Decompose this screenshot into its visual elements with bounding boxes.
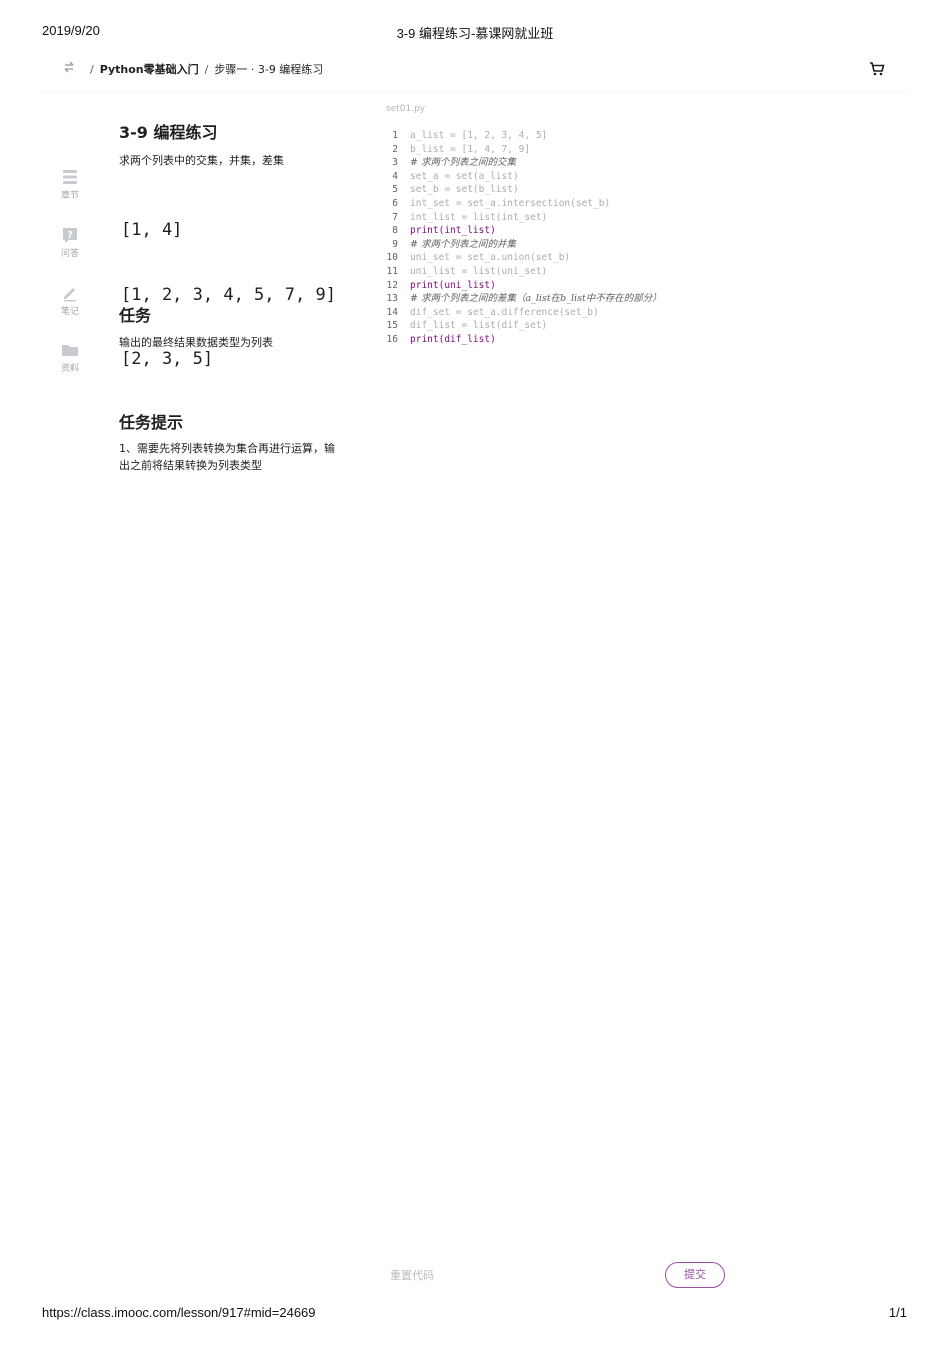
code-line: 1 a_list = [1, 2, 3, 4, 5]: [380, 129, 740, 143]
code-line: 12 print(uni_list): [380, 279, 740, 293]
breadcrumb-separator: /: [90, 63, 94, 76]
code-text: # 求两个列表之间的交集: [410, 157, 516, 169]
exercise-title: 3-9 编程练习: [119, 123, 218, 142]
code-text: uni_list = list(uni_set): [410, 265, 548, 277]
line-number: 7: [392, 211, 398, 223]
rail-label: 资料: [60, 364, 79, 374]
code-text: # 求两个列表之间的差集（a_list在b_list中不存在的部分）: [410, 293, 662, 305]
code-text: dif_set = set_a.difference(set_b): [410, 306, 599, 318]
line-number: 1: [392, 130, 398, 141]
line-number: 16: [386, 333, 398, 345]
swap-arrows-icon: [64, 61, 74, 73]
code-line: 14 dif_set = set_a.difference(set_b): [380, 306, 740, 320]
line-number: 14: [386, 306, 398, 318]
rail-item-notes[interactable]: 笔记: [50, 284, 90, 317]
code-line: 4 set_a = set(a_list): [380, 170, 740, 184]
code-line: 11 uni_list = list(uni_set): [380, 265, 740, 279]
breadcrumb: / Python零基础入门 / 步骤一 · 3-9 编程练习: [84, 61, 323, 77]
svg-text:?: ?: [67, 230, 73, 241]
code-line: 3 # 求两个列表之间的交集: [380, 156, 740, 170]
breadcrumb-separator: /: [204, 63, 209, 76]
list-icon: [63, 170, 77, 184]
rail-item-chapters[interactable]: 章节: [50, 168, 90, 201]
code-text: a_list = [1, 2, 3, 4, 5]: [410, 130, 548, 141]
code-text: print(dif_list): [410, 333, 496, 345]
print-title: 3-9 编程练习-慕课网就业班: [396, 26, 554, 41]
hint-heading: 任务提示: [119, 413, 184, 432]
submit-button[interactable]: 提交: [665, 1262, 725, 1288]
code-text: b_list = [1, 4, 7, 9]: [410, 143, 531, 155]
rail-item-materials[interactable]: 资料: [50, 341, 90, 374]
rail-label: 章节: [60, 191, 79, 201]
code-text: set_a = set(a_list): [410, 170, 519, 182]
code-text: set_b = set(b_list): [410, 184, 519, 196]
back-icon[interactable]: [62, 61, 76, 75]
output-line: [2, 3, 5]: [121, 349, 214, 369]
code-line: 5 set_b = set(b_list): [380, 183, 740, 197]
breadcrumb-course-link[interactable]: Python零基础入门: [100, 63, 199, 76]
line-number: 4: [392, 170, 398, 182]
code-text: int_list = list(int_set): [410, 211, 548, 223]
hint-text: 1、需要先将列表转换为集合再进行运算，输出之前将结果转换为列表类型: [119, 442, 335, 472]
code-line: 15 dif_list = list(dif_set): [380, 319, 740, 333]
code-editor[interactable]: 1 a_list = [1, 2, 3, 4, 5] 2 b_list = [1, 4…: [380, 129, 740, 347]
code-line: 16 print(dif_list): [380, 333, 740, 347]
code-text: # 求两个列表之间的并集: [410, 238, 516, 250]
task-text: 输出的最终结果数据类型为列表: [119, 336, 273, 349]
line-number: 15: [386, 320, 398, 332]
line-number: 6: [392, 197, 398, 209]
line-number: 13: [386, 293, 398, 305]
code-text: print(int_list): [410, 225, 496, 237]
editor-file-tab[interactable]: set01.py: [386, 104, 425, 114]
shopping-cart-icon: [870, 62, 885, 76]
code-line: 10 uni_set = set_a.union(set_b): [380, 251, 740, 265]
folder-icon: [62, 345, 78, 356]
code-line: 9 # 求两个列表之间的并集: [380, 238, 740, 252]
print-url: https://class.imooc.com/lesson/917#mid=2…: [42, 1305, 316, 1320]
output-line: [1, 2, 3, 4, 5, 7, 9]: [121, 284, 336, 305]
code-text: print(uni_list): [410, 279, 496, 291]
line-number: 8: [392, 225, 398, 237]
code-text: uni_set = set_a.union(set_b): [410, 252, 571, 264]
code-line: 7 int_list = list(int_set): [380, 211, 740, 225]
rail-item-qa[interactable]: ? 问答: [50, 226, 90, 259]
expected-output: [1, 4] [1, 2, 3, 4, 5, 7, 9] [2, 3, 5]: [121, 177, 336, 392]
line-number: 12: [386, 279, 398, 291]
cart-icon[interactable]: [869, 61, 887, 77]
line-number: 11: [386, 265, 398, 277]
breadcrumb-current-lesson: 步骤一 · 3-9 编程练习: [214, 63, 324, 76]
line-number: 9: [392, 238, 398, 250]
rail-label: 问答: [60, 249, 79, 259]
code-line: 8 print(int_list): [380, 224, 740, 238]
pencil-icon: [64, 288, 76, 302]
exercise-description: 求两个列表中的交集，并集，差集: [119, 154, 284, 167]
code-line: 13 # 求两个列表之间的差集（a_list在b_list中不存在的部分）: [380, 292, 740, 306]
code-line: 2 b_list = [1, 4, 7, 9]: [380, 143, 740, 157]
line-number: 10: [386, 252, 398, 264]
output-line: [1, 4]: [121, 220, 183, 240]
code-text: dif_list = list(dif_set): [410, 320, 548, 332]
print-page-number: 1/1: [888, 1305, 907, 1320]
rail-label: 笔记: [60, 307, 79, 317]
question-icon: ?: [63, 228, 77, 243]
code-text: int_set = set_a.intersection(set_b): [410, 197, 611, 209]
code-line: 6 int_set = set_a.intersection(set_b): [380, 197, 740, 211]
line-number: 2: [392, 143, 398, 155]
line-number: 5: [392, 184, 398, 196]
task-heading: 任务: [119, 306, 152, 325]
line-number: 3: [392, 157, 398, 169]
reset-code-button[interactable]: 重置代码: [390, 1267, 434, 1283]
